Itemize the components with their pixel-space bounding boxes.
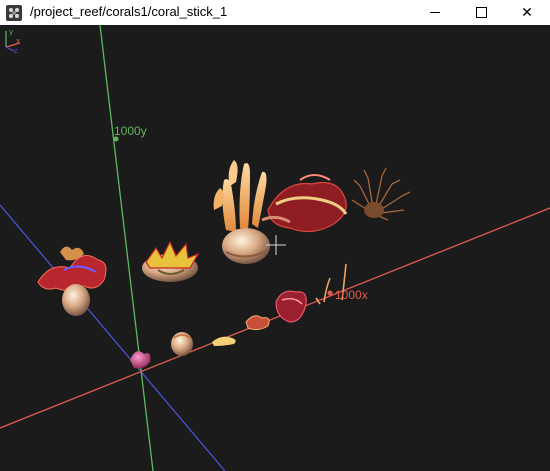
coral-stick-orange[interactable] [213, 160, 270, 264]
svg-text:y: y [9, 28, 13, 36]
x-axis-marker [327, 290, 333, 296]
minimize-button[interactable] [412, 0, 458, 25]
close-icon: ✕ [521, 4, 533, 21]
x-axis-line [0, 207, 550, 429]
y-axis-label: 1000y [114, 124, 147, 138]
coral-red-mid[interactable] [275, 290, 307, 323]
title-bar[interactable]: /project_reef/corals1/coral_stick_1 ✕ [0, 0, 550, 25]
crosshair-icon [266, 235, 286, 255]
axis-gizmo-icon: x y z [5, 28, 21, 53]
y-axis-line [99, 25, 154, 471]
coral-red-frilly[interactable] [37, 246, 107, 316]
coral-yellow-fan[interactable] [212, 336, 236, 346]
x-axis-label: 1000x [335, 288, 368, 302]
maximize-button[interactable] [458, 0, 504, 25]
coral-small-orange[interactable] [245, 315, 270, 331]
minimize-icon [430, 12, 440, 13]
svg-text:z: z [14, 47, 18, 53]
scene-canvas[interactable] [0, 25, 550, 471]
3d-viewport[interactable]: 1000y 1000x x y z [0, 25, 550, 471]
app-icon [6, 5, 22, 21]
coral-brown-branching[interactable] [351, 167, 411, 221]
coral-cream-round[interactable] [171, 332, 193, 356]
app-window: /project_reef/corals1/coral_stick_1 ✕ 10… [0, 0, 550, 471]
maximize-icon [475, 7, 487, 18]
coral-red-layered[interactable] [261, 174, 348, 233]
coral-yellow-red[interactable] [142, 240, 200, 282]
close-button[interactable]: ✕ [504, 0, 550, 25]
coral-pink-small[interactable] [130, 351, 151, 369]
window-title: /project_reef/corals1/coral_stick_1 [30, 4, 228, 19]
svg-text:x: x [16, 37, 20, 45]
